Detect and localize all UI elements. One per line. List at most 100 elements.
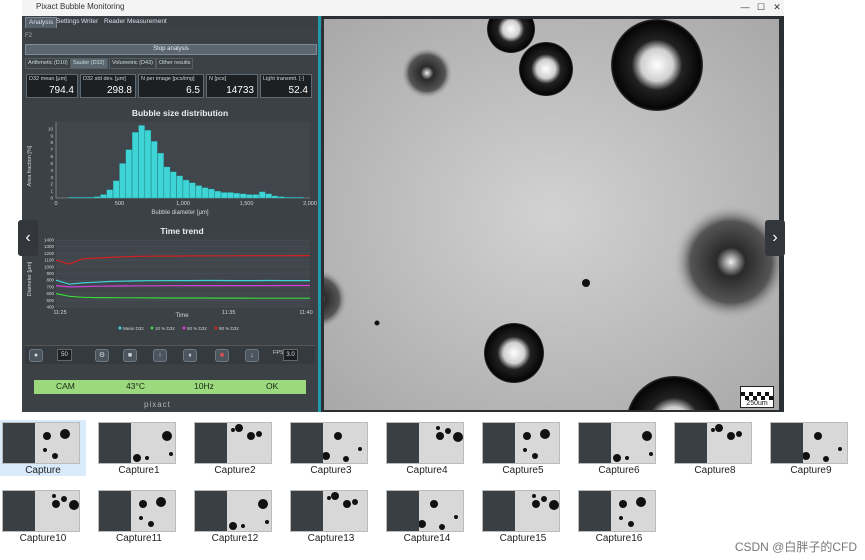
thumbnail-bubble (439, 524, 445, 530)
histogram-bar (68, 197, 75, 199)
capture-thumbnail[interactable]: Capture16 (576, 488, 662, 544)
tab-arithmetic[interactable]: Arithmetic (D10) (25, 58, 71, 69)
capture-thumbnail[interactable]: Capture4 (384, 420, 470, 476)
fps-input[interactable]: 3.0 (283, 349, 298, 361)
bubble (611, 19, 703, 111)
thumbnail-bubble (69, 500, 79, 510)
histogram-bar (220, 192, 228, 199)
analysis-panel: F2 Stop analysis Arithmetic (D10) Sauter… (22, 28, 318, 412)
stop-icon[interactable]: ■ (123, 349, 137, 362)
histogram-bar (201, 187, 209, 199)
histogram-bar (265, 193, 272, 199)
histogram-bar (182, 179, 190, 199)
record-icon[interactable]: ● (29, 349, 43, 362)
thumbnail-bubble (532, 500, 540, 508)
capture-thumbnail[interactable]: Capture1 (96, 420, 182, 476)
close-button[interactable]: ✕ (770, 2, 784, 13)
x-tick-label: 1,500 (240, 201, 254, 207)
y-tick-label: 1000 (44, 264, 55, 269)
histogram-bar (100, 194, 107, 199)
pause-icon[interactable]: ⏸ (183, 349, 197, 362)
y-tick-label: 3 (50, 175, 53, 180)
minimize-button[interactable]: — (738, 2, 752, 12)
bubble (519, 42, 573, 96)
capture-thumbnail[interactable]: Capture14 (384, 488, 470, 544)
settings-icon[interactable]: ⚙ (95, 349, 109, 362)
thumbnail-image (290, 490, 368, 532)
capture-label: Capture1 (118, 465, 160, 476)
capture-thumbnail[interactable]: Capture3 (288, 420, 374, 476)
thumbnail-bubble (52, 500, 60, 508)
capture-thumbnail[interactable]: Capture8 (672, 420, 758, 476)
app-window: Pixact Bubble Monitoring — ☐ ✕ Analysis … (22, 0, 784, 412)
thumbnail-bubble (727, 432, 735, 440)
y-tick-label: 6 (50, 154, 53, 159)
capture-label: Capture13 (307, 533, 355, 544)
thumbnail-bubble (229, 522, 237, 530)
capture-thumbnail[interactable]: Capture2 (192, 420, 278, 476)
histogram-bar (144, 130, 152, 199)
thumbnail-bubble (52, 453, 58, 459)
legend-label: Mean D32 (123, 326, 144, 331)
histogram-bar (119, 163, 126, 199)
maximize-button[interactable]: ☐ (754, 2, 768, 13)
record-stop-icon[interactable]: ■ (215, 349, 229, 362)
stop-analysis-button[interactable]: Stop analysis (25, 44, 317, 55)
x-axis-label: Bubble diameter [μm] (151, 210, 208, 216)
tab-measurement[interactable]: Measurement (124, 17, 170, 27)
legend-label: 90 % D32 (219, 326, 239, 331)
thumbnail-bubble (156, 497, 166, 507)
tab-writer[interactable]: Writer (78, 17, 101, 27)
capture-thumbnail[interactable]: Capture10 (0, 488, 86, 544)
histogram-bar (227, 192, 234, 199)
upload-icon[interactable]: ↑ (153, 349, 167, 362)
y-tick-label: 2 (50, 182, 53, 187)
thumbnail-panel (3, 423, 35, 463)
capture-thumbnail[interactable]: Capture6 (576, 420, 662, 476)
thumbnail-bubble (43, 448, 47, 452)
download-icon[interactable]: ↓ (245, 349, 259, 362)
capture-thumbnail[interactable]: Capture12 (192, 488, 278, 544)
thumbnail-panel (387, 491, 419, 531)
capture-thumbnail[interactable]: Capture5 (480, 420, 566, 476)
x-tick-label: 2,000 (303, 201, 317, 207)
histogram-bar (271, 195, 279, 199)
frame-count-input[interactable]: 50 (57, 349, 72, 361)
x-tick-label: 0 (54, 201, 57, 207)
y-tick-label: 600 (46, 291, 54, 296)
tab-sauter[interactable]: Sauter (D32) (70, 58, 108, 69)
scale-checker-icon (741, 392, 773, 400)
metric-value: 52.4 (288, 85, 308, 96)
thumbnail-image (194, 490, 272, 532)
tab-other-results[interactable]: Other results (156, 58, 194, 69)
thumbnail-bubble (331, 492, 339, 500)
histogram-bar (157, 152, 164, 199)
capture-thumbnail[interactable]: Capture (0, 420, 86, 476)
capture-thumbnail[interactable]: Capture11 (96, 488, 182, 544)
metric-n-total: N [pcs] 14733 (206, 74, 258, 98)
capture-thumbnail[interactable]: Capture13 (288, 488, 374, 544)
splitter[interactable] (318, 16, 321, 412)
legend-marker (182, 326, 186, 330)
thumbnail-image (674, 422, 752, 464)
thumbnail-bubble (231, 428, 235, 432)
thumbnail-bubble (352, 499, 358, 505)
capture-label: Capture2 (214, 465, 256, 476)
capture-thumbnail[interactable]: Capture15 (480, 488, 566, 544)
histogram-bar (246, 194, 253, 199)
histogram-bar (106, 189, 114, 199)
status-cam: CAM (56, 381, 75, 391)
x-axis-label: Time (175, 313, 189, 319)
chevron-left-icon[interactable]: ‹ (18, 220, 38, 256)
thumbnail-bubble (343, 456, 349, 462)
histogram-bar (170, 171, 177, 199)
thumbnail-bubble (445, 428, 451, 434)
bubble (484, 323, 544, 383)
x-tick-label: 11:35 (222, 310, 235, 316)
tab-volumetric[interactable]: Volumetric (D43) (109, 58, 156, 69)
y-axis-label: Diameter [μm] (27, 261, 33, 296)
menu-bar: Analysis Settings Writer Reader Measurem… (22, 16, 322, 29)
chevron-right-icon[interactable]: › (765, 220, 785, 256)
thumbnail-image (2, 490, 80, 532)
capture-thumbnail[interactable]: Capture9 (768, 420, 854, 476)
